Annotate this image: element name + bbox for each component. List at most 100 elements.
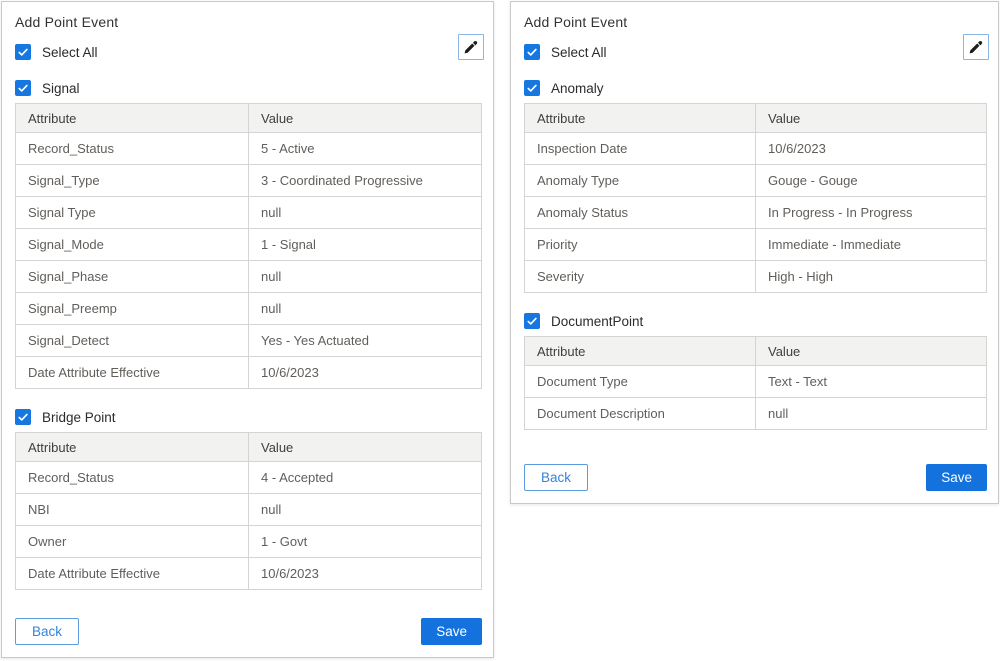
table-row: Signal_Phase null [16,261,482,293]
checkbox-checked-icon[interactable] [524,313,540,329]
attribute-cell: Anomaly Type [525,165,756,197]
group-label: Bridge Point [42,410,116,425]
eyedropper-button[interactable] [458,34,484,60]
select-all-label: Select All [551,45,607,60]
add-point-event-panel-right: Add Point Event Select All Anomaly [510,1,999,504]
table-row: Date Attribute Effective 10/6/2023 [16,357,482,389]
value-cell: null [249,494,482,526]
value-column-header: Value [249,433,482,462]
value-column-header: Value [249,104,482,133]
value-cell: Gouge - Gouge [756,165,987,197]
select-all-checkbox[interactable]: Select All [15,44,482,60]
attribute-cell: Inspection Date [525,133,756,165]
table-row: NBI null [16,494,482,526]
value-cell: 1 - Govt [249,526,482,558]
table-row: Signal_Preemp null [16,293,482,325]
value-cell: Text - Text [756,366,987,398]
back-button[interactable]: Back [15,618,79,645]
attribute-cell: Signal_Phase [16,261,249,293]
group-label: DocumentPoint [551,314,643,329]
save-button[interactable]: Save [926,464,987,491]
attribute-column-header: Attribute [16,433,249,462]
value-cell: Immediate - Immediate [756,229,987,261]
checkbox-checked-icon[interactable] [524,44,540,60]
value-cell: 10/6/2023 [249,558,482,590]
eyedropper-button[interactable] [963,34,989,60]
group-checkbox-bridge-point[interactable]: Bridge Point [15,409,482,425]
checkbox-checked-icon[interactable] [15,44,31,60]
signal-attribute-table: Attribute Value Record_Status 5 - Active… [15,103,482,389]
value-cell: In Progress - In Progress [756,197,987,229]
table-row: Document Type Text - Text [525,366,987,398]
group-checkbox-anomaly[interactable]: Anomaly [524,80,987,96]
bridge-point-attribute-table: Attribute Value Record_Status 4 - Accept… [15,432,482,590]
value-column-header: Value [756,337,987,366]
checkbox-checked-icon[interactable] [524,80,540,96]
value-cell: null [249,293,482,325]
table-row: Inspection Date 10/6/2023 [525,133,987,165]
save-button[interactable]: Save [421,618,482,645]
table-row: Anomaly Status In Progress - In Progress [525,197,987,229]
attribute-column-header: Attribute [525,337,756,366]
value-cell: null [756,398,987,430]
attribute-cell: NBI [16,494,249,526]
group-checkbox-documentpoint[interactable]: DocumentPoint [524,313,987,329]
table-header-row: Attribute Value [16,104,482,133]
attribute-cell: Signal_Preemp [16,293,249,325]
attribute-cell: Signal Type [16,197,249,229]
table-row: Date Attribute Effective 10/6/2023 [16,558,482,590]
attribute-cell: Priority [525,229,756,261]
checkbox-checked-icon[interactable] [15,80,31,96]
value-cell: null [249,261,482,293]
table-row: Severity High - High [525,261,987,293]
table-row: Signal_Detect Yes - Yes Actuated [16,325,482,357]
attribute-cell: Signal_Type [16,165,249,197]
attribute-cell: Signal_Mode [16,229,249,261]
table-row: Signal Type null [16,197,482,229]
select-all-checkbox[interactable]: Select All [524,44,987,60]
eyedropper-icon [463,39,479,55]
attribute-cell: Document Type [525,366,756,398]
group-label: Signal [42,81,80,96]
group-label: Anomaly [551,81,604,96]
eyedropper-icon [968,39,984,55]
attribute-cell: Record_Status [16,133,249,165]
table-header-row: Attribute Value [16,433,482,462]
attribute-column-header: Attribute [16,104,249,133]
value-cell: 10/6/2023 [249,357,482,389]
attribute-cell: Document Description [525,398,756,430]
add-point-event-panel-left: Add Point Event Select All Signal [1,1,494,658]
attribute-column-header: Attribute [525,104,756,133]
page-title: Add Point Event [524,12,987,30]
group-checkbox-signal[interactable]: Signal [15,80,482,96]
attribute-cell: Date Attribute Effective [16,558,249,590]
table-row: Priority Immediate - Immediate [525,229,987,261]
table-header-row: Attribute Value [525,337,987,366]
value-cell: Yes - Yes Actuated [249,325,482,357]
value-cell: 4 - Accepted [249,462,482,494]
value-cell: High - High [756,261,987,293]
table-header-row: Attribute Value [525,104,987,133]
attribute-cell: Date Attribute Effective [16,357,249,389]
value-cell: 10/6/2023 [756,133,987,165]
value-cell: null [249,197,482,229]
table-row: Signal_Mode 1 - Signal [16,229,482,261]
attribute-cell: Anomaly Status [525,197,756,229]
table-row: Anomaly Type Gouge - Gouge [525,165,987,197]
value-cell: 3 - Coordinated Progressive [249,165,482,197]
value-column-header: Value [756,104,987,133]
attribute-cell: Owner [16,526,249,558]
page-title: Add Point Event [15,12,482,30]
table-row: Document Description null [525,398,987,430]
panel-footer: Back Save [15,618,482,645]
table-row: Owner 1 - Govt [16,526,482,558]
checkbox-checked-icon[interactable] [15,409,31,425]
select-all-label: Select All [42,45,98,60]
back-button[interactable]: Back [524,464,588,491]
value-cell: 1 - Signal [249,229,482,261]
attribute-cell: Signal_Detect [16,325,249,357]
documentpoint-attribute-table: Attribute Value Document Type Text - Tex… [524,336,987,430]
attribute-cell: Severity [525,261,756,293]
table-row: Record_Status 5 - Active [16,133,482,165]
attribute-cell: Record_Status [16,462,249,494]
